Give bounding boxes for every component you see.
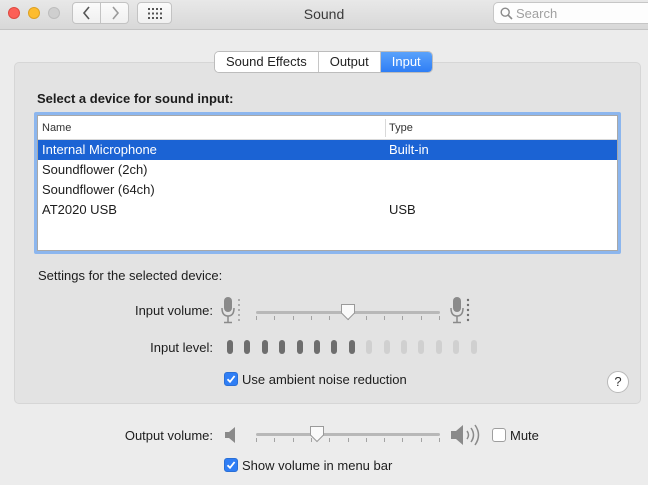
tab-sound-effects[interactable]: Sound Effects xyxy=(215,52,319,72)
slider-tick xyxy=(329,438,330,442)
level-segment xyxy=(383,340,390,354)
slider-tick xyxy=(439,438,440,442)
table-row[interactable]: Soundflower (64ch) xyxy=(38,180,617,200)
level-segment xyxy=(261,340,268,354)
microphone-high-icon xyxy=(450,297,470,324)
input-volume-slider[interactable] xyxy=(256,302,440,324)
show-volume-menubar-label[interactable]: Show volume in menu bar xyxy=(242,458,392,473)
level-segment xyxy=(348,340,355,354)
level-segment xyxy=(470,340,477,354)
device-name: Soundflower (2ch) xyxy=(42,162,148,177)
slider-tick xyxy=(439,316,440,320)
input-volume-label: Input volume: xyxy=(134,303,213,318)
column-header-type[interactable]: Type xyxy=(389,122,413,134)
search-icon xyxy=(500,7,513,20)
level-segment xyxy=(401,340,407,354)
table-row[interactable]: AT2020 USB USB xyxy=(38,200,617,220)
tab-input[interactable]: Input xyxy=(380,52,432,72)
checkmark-icon xyxy=(226,461,236,470)
slider-tick xyxy=(384,316,385,320)
mute-checkbox[interactable] xyxy=(492,428,506,442)
slider-tick xyxy=(366,316,367,320)
slider-knob[interactable] xyxy=(340,303,356,321)
table-row[interactable]: Internal Microphone Built-in xyxy=(38,140,617,160)
slider-tick xyxy=(366,438,367,442)
speaker-low-icon xyxy=(225,427,235,443)
slider-tick xyxy=(311,316,312,320)
level-segment xyxy=(435,340,442,354)
search-input[interactable] xyxy=(516,5,636,21)
microphone-low-icon xyxy=(221,297,240,324)
device-name: Soundflower (64ch) xyxy=(42,182,155,197)
input-level-meter xyxy=(224,340,477,354)
checkmark-icon xyxy=(226,375,236,384)
search-field[interactable] xyxy=(493,2,648,24)
slider-tick xyxy=(274,316,275,320)
level-segment xyxy=(314,340,320,354)
slider-tick xyxy=(421,316,422,320)
level-segment xyxy=(227,340,233,354)
table-header: Name Type xyxy=(38,116,617,140)
level-segment xyxy=(296,340,303,354)
slider-track xyxy=(256,433,440,436)
speaker-high-icon xyxy=(451,424,480,446)
level-segment xyxy=(366,340,373,354)
device-type: Built-in xyxy=(389,142,429,157)
slider-tick xyxy=(421,438,422,442)
slider-tick xyxy=(274,438,275,442)
settings-label: Settings for the selected device: xyxy=(38,268,223,283)
column-header-name[interactable]: Name xyxy=(42,122,71,134)
level-segment xyxy=(418,340,425,354)
input-level-label: Input level: xyxy=(150,340,213,355)
input-device-heading: Select a device for sound input: xyxy=(37,91,234,106)
mute-label[interactable]: Mute xyxy=(510,428,539,443)
tab-bar: Sound Effects Output Input xyxy=(214,51,433,73)
column-divider xyxy=(385,119,386,137)
slider-tick xyxy=(256,438,257,442)
slider-tick xyxy=(402,316,403,320)
level-segment xyxy=(331,340,338,354)
input-device-table[interactable]: Name Type Internal Microphone Built-in S… xyxy=(34,112,621,254)
slider-tick xyxy=(293,316,294,320)
slider-knob[interactable] xyxy=(309,425,325,443)
table-row[interactable]: Soundflower (2ch) xyxy=(38,160,617,180)
slider-tick xyxy=(256,316,257,320)
slider-tick xyxy=(293,438,294,442)
slider-tick xyxy=(329,316,330,320)
output-volume-slider[interactable] xyxy=(256,424,440,446)
output-volume-label: Output volume: xyxy=(124,428,213,443)
ambient-noise-checkbox[interactable] xyxy=(224,372,238,386)
help-button[interactable]: ? xyxy=(607,371,629,393)
show-volume-menubar-checkbox[interactable] xyxy=(224,458,238,472)
tab-output[interactable]: Output xyxy=(318,52,381,72)
level-segment xyxy=(279,340,286,354)
device-name: AT2020 USB xyxy=(42,202,117,217)
device-type: USB xyxy=(389,202,416,217)
ambient-noise-label[interactable]: Use ambient noise reduction xyxy=(242,372,407,387)
slider-tick xyxy=(348,438,349,442)
level-segment xyxy=(244,340,251,354)
slider-tick xyxy=(384,438,385,442)
device-name: Internal Microphone xyxy=(42,142,157,157)
slider-tick xyxy=(402,438,403,442)
level-segment xyxy=(453,340,460,354)
title-bar: Sound xyxy=(0,0,648,30)
